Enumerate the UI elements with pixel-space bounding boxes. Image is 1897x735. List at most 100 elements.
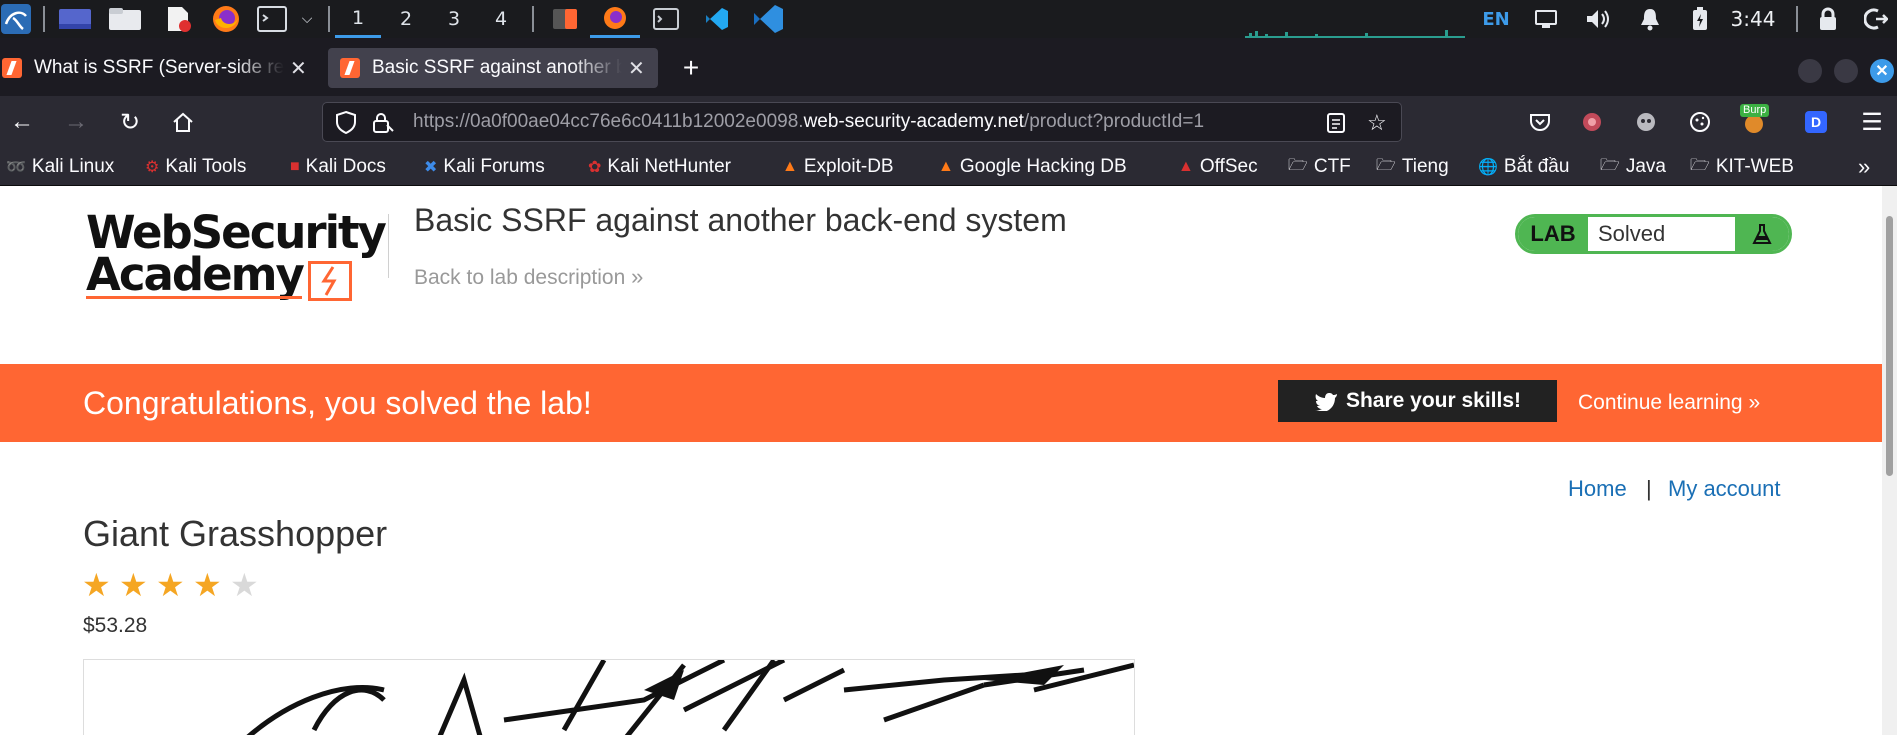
url-path: /product?productId=1 — [1023, 111, 1205, 132]
continue-learning-link[interactable]: Continue learning » — [1578, 364, 1760, 442]
burp-window-icon[interactable] — [545, 0, 585, 38]
congratulations-message: Congratulations, you solved the lab! — [83, 385, 592, 421]
bookmark-label: Kali NetHunter — [607, 156, 731, 177]
bookmark-kali-linux[interactable]: ➿ Kali Linux — [6, 148, 114, 186]
bookmark-star-icon[interactable]: ☆ — [1367, 110, 1387, 136]
bookmark-offsec[interactable]: ▲ OffSec — [1178, 148, 1258, 186]
kali-tools-icon: ⚙ — [145, 159, 160, 176]
new-tab-button[interactable]: + — [676, 48, 706, 88]
navigation-toolbar: ← → ↻ https://0a0f00ae04cc76e6c0411b1200… — [0, 96, 1897, 148]
keyboard-layout[interactable]: EN — [1478, 0, 1514, 38]
close-window-button[interactable]: ✕ — [1870, 59, 1894, 83]
close-tab-icon[interactable]: ✕ — [290, 56, 307, 81]
forward-arrow-icon[interactable]: → — [56, 96, 96, 148]
bookmarks-overflow-chevron-icon[interactable]: » — [1858, 148, 1870, 186]
tab-strip: What is SSRF (Server-side request forger… — [0, 38, 1897, 96]
terminal-window-icon[interactable] — [648, 0, 684, 38]
bookmark-label: KIT-WEB — [1715, 156, 1794, 177]
back-to-lab-description-link[interactable]: Back to lab description » — [414, 264, 643, 290]
product-rating: ★ ★ ★ ★ ★ — [82, 568, 267, 602]
bookmark-label: Exploit-DB — [803, 156, 894, 177]
extension-ghost-icon[interactable] — [1626, 96, 1666, 148]
back-arrow-icon[interactable]: ← — [2, 96, 42, 148]
terminal-launcher-icon[interactable] — [254, 0, 290, 38]
extension-foxyproxy-icon[interactable] — [1572, 96, 1612, 148]
tab-what-is-ssrf[interactable]: What is SSRF (Server-side request forger… — [0, 48, 318, 88]
bookmark-kali-tools[interactable]: ⚙ Kali Tools — [145, 148, 246, 186]
bookmark-folder-kit-web[interactable]: 🗁 KIT-WEB — [1690, 148, 1794, 186]
bookmark-kali-docs[interactable]: ■ Kali Docs — [290, 148, 386, 186]
minimize-window-button[interactable] — [1798, 59, 1822, 83]
bookmark-folder-java[interactable]: 🗁 Java — [1600, 148, 1666, 186]
bookmark-google-hacking-db[interactable]: ▲ Google Hacking DB — [938, 148, 1127, 186]
workspace-4[interactable]: 4 — [478, 0, 524, 38]
file-manager-icon[interactable] — [105, 0, 145, 38]
folder-icon: 🗁 — [1600, 156, 1620, 174]
url-bar[interactable]: https://0a0f00ae04cc76e6c0411b12002e0098… — [322, 102, 1402, 142]
text-editor-icon[interactable] — [160, 0, 196, 38]
bookmark-folder-tieng[interactable]: 🗁 Tieng — [1376, 148, 1449, 186]
maximize-window-button[interactable] — [1834, 59, 1858, 83]
home-icon[interactable] — [163, 96, 203, 148]
bookmark-label: Kali Tools — [165, 156, 247, 177]
bookmark-kali-nethunter[interactable]: ✿ Kali NetHunter — [588, 148, 731, 186]
lock-icon[interactable] — [371, 111, 395, 140]
logo-underline — [86, 296, 302, 299]
bookmark-exploit-db[interactable]: ▲ Exploit-DB — [782, 148, 894, 186]
workspace-3[interactable]: 3 — [431, 0, 477, 38]
bookmark-label: Kali Linux — [31, 156, 115, 177]
bookmark-kali-forums[interactable]: ✖ Kali Forums — [424, 148, 545, 186]
bookmark-folder-ctf[interactable]: 🗁 CTF — [1288, 148, 1351, 186]
share-skills-button[interactable]: Share your skills! — [1278, 380, 1557, 422]
product-name: Giant Grasshopper — [83, 513, 388, 554]
logout-icon[interactable] — [1858, 0, 1894, 38]
portswigger-favicon-icon — [2, 58, 22, 78]
network-icon[interactable] — [1528, 0, 1564, 38]
hamburger-menu-icon[interactable]: ☰ — [1852, 96, 1892, 148]
tab-title: What is SSRF (Server-side request forger… — [34, 57, 284, 78]
lab-status-badge: LAB Solved — [1515, 214, 1792, 254]
extension-burp-icon[interactable]: Burp — [1732, 96, 1776, 148]
volume-icon[interactable] — [1578, 0, 1618, 38]
lock-screen-icon[interactable] — [1810, 0, 1846, 38]
star-filled-icon: ★ — [156, 567, 185, 603]
bookmark-label: OffSec — [1199, 156, 1258, 177]
kali-menu-icon[interactable] — [0, 0, 32, 38]
bookmark-label: Java — [1625, 156, 1666, 177]
vscode-launcher-icon[interactable] — [746, 0, 790, 38]
extension-cookie-icon[interactable] — [1680, 96, 1720, 148]
my-account-link[interactable]: My account — [1668, 476, 1781, 502]
bookmark-bat-dau[interactable]: 🌐 Bắt đầu — [1478, 148, 1569, 186]
bookmark-label: Kali Forums — [443, 156, 545, 177]
pocket-icon[interactable] — [1520, 96, 1560, 148]
exploit-db-icon: ▲ — [782, 158, 798, 175]
scrollbar-thumb[interactable] — [1886, 216, 1893, 476]
bookmark-label: Tieng — [1401, 156, 1449, 177]
workspace-1[interactable]: 1 — [335, 0, 381, 38]
double-chevron-icon: » — [631, 264, 644, 289]
clock[interactable]: 3:44 — [1722, 0, 1784, 38]
reload-icon[interactable]: ↻ — [110, 96, 150, 148]
page-scrollbar[interactable] — [1882, 186, 1897, 735]
continue-label: Continue learning — [1578, 391, 1743, 414]
home-link[interactable]: Home — [1568, 476, 1627, 502]
extension-d-icon[interactable]: D — [1796, 96, 1836, 148]
reader-view-icon[interactable] — [1326, 112, 1346, 139]
url-text[interactable]: https://0a0f00ae04cc76e6c0411b12002e0098… — [413, 103, 1313, 141]
folder-icon: 🗁 — [1288, 156, 1308, 174]
firefox-launcher-icon[interactable] — [208, 0, 244, 38]
firefox-window-icon[interactable] — [590, 0, 640, 38]
show-desktop-icon[interactable] — [55, 0, 95, 38]
chevron-down-icon[interactable]: ⌵ — [294, 0, 320, 38]
header-divider — [388, 214, 389, 278]
notifications-icon[interactable] — [1630, 0, 1670, 38]
twitter-bird-icon — [1314, 393, 1337, 411]
bookmark-label: Bắt đầu — [1503, 156, 1570, 177]
folder-icon: 🗁 — [1690, 156, 1710, 174]
workspace-2[interactable]: 2 — [383, 0, 429, 38]
tab-basic-ssrf[interactable]: Basic SSRF against another back-end syst… — [328, 48, 658, 88]
vscode-window-icon[interactable] — [698, 0, 734, 38]
close-tab-icon[interactable]: ✕ — [628, 56, 645, 81]
ghdb-icon: ▲ — [938, 158, 954, 175]
tracking-shield-icon[interactable] — [335, 110, 357, 139]
